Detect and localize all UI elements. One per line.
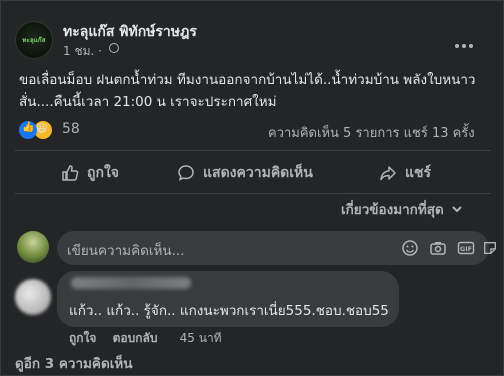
page-name[interactable]: ทะลุแก๊ส พิทักษ์ราษฎร — [63, 21, 197, 43]
sticker-icon[interactable] — [482, 239, 498, 257]
comment-timestamp[interactable]: 45 นาที — [180, 331, 222, 345]
share-label: แชร์ — [405, 165, 432, 181]
comment-button[interactable]: แสดงความคิดเห็น — [177, 162, 313, 184]
comment-actions: ถูกใจ ตอบกลับ 45 นาที — [69, 329, 234, 348]
view-more-comments-link[interactable]: ดูอีก 3 ความคิดเห็น — [15, 352, 132, 374]
comment-like-link[interactable]: ถูกใจ — [69, 331, 96, 345]
divider — [15, 150, 491, 151]
post-stats[interactable]: ความคิดเห็น 5 รายการ แชร์ 13 ครั้ง — [268, 122, 475, 143]
page-avatar[interactable]: ทะลุแก๊ส — [15, 21, 53, 59]
commenter-name-redacted[interactable] — [71, 277, 191, 289]
post-timestamp[interactable]: 1 ชม. · — [63, 42, 102, 61]
divider — [15, 193, 491, 194]
like-button[interactable]: ถูกใจ — [61, 162, 119, 184]
commenter-avatar[interactable] — [15, 279, 51, 315]
thumbs-up-icon — [62, 165, 79, 181]
share-icon — [380, 166, 396, 181]
comment-input-placeholder: เขียนความคิดเห็น... — [67, 243, 185, 259]
comment-label: แสดงความคิดเห็น — [203, 165, 313, 181]
like-label: ถูกใจ — [87, 165, 119, 181]
svg-text:GIF: GIF — [460, 245, 472, 253]
post-card: ทะลุแก๊ส ทะลุแก๊ส พิทักษ์ราษฎร 1 ชม. · ข… — [0, 0, 504, 376]
post-text: ขอเลื่อนม็อบ ฝนตกน้ำท่วม ทีมงานออกจากบ้า… — [19, 72, 476, 110]
comment-reply-link[interactable]: ตอบกลับ — [113, 331, 158, 345]
current-user-avatar[interactable] — [17, 231, 49, 263]
comment-icon — [178, 165, 194, 181]
more-options-icon[interactable] — [455, 33, 479, 48]
like-reaction-icon[interactable] — [19, 121, 37, 139]
reaction-count[interactable]: 58 — [62, 121, 80, 137]
comment-sort-dropdown[interactable]: เกี่ยวข้องมากที่สุด — [341, 198, 464, 220]
comment-input[interactable]: เขียนความคิดเห็น... GIF — [57, 231, 496, 265]
share-button[interactable]: แชร์ — [379, 162, 431, 184]
camera-icon[interactable] — [429, 239, 447, 257]
comment-bubble: แก้ว.. แก้ว.. รู้จัก.. แกงนะพวกเราเนี่ย5… — [57, 271, 399, 327]
chevron-down-icon — [452, 206, 462, 213]
page-logo-icon: ทะลุแก๊ส — [22, 37, 46, 44]
globe-icon — [109, 43, 119, 53]
comment-text: แก้ว.. แก้ว.. รู้จัก.. แกงนะพวกเราเนี่ย5… — [69, 303, 389, 319]
gif-icon[interactable]: GIF — [457, 239, 475, 257]
sort-label: เกี่ยวข้องมากที่สุด — [341, 202, 444, 218]
emoji-icon[interactable] — [401, 239, 419, 257]
